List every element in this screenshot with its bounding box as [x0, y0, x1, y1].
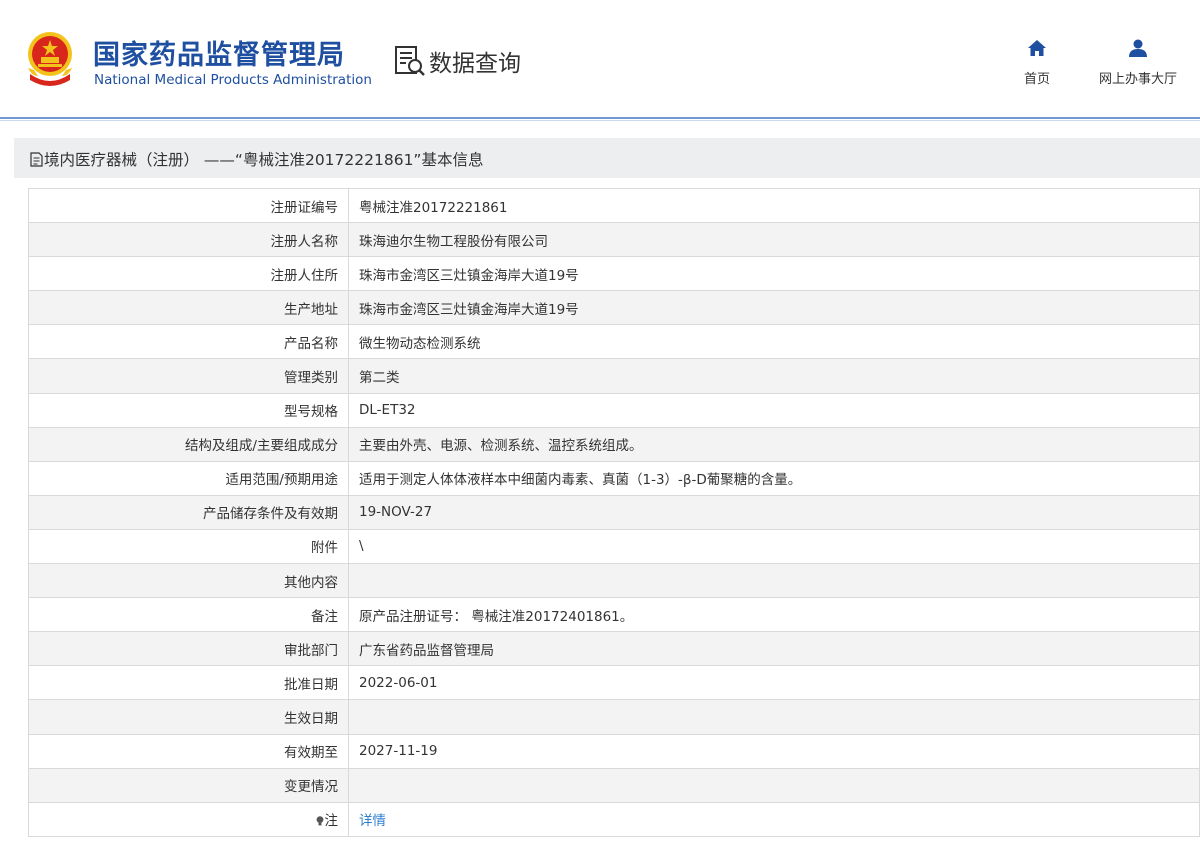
table-row: 有效期至 2027-11-19 — [28, 733, 1200, 769]
nav-home[interactable]: 首页 — [1014, 38, 1060, 87]
table-row: 注册证编号 粤械注准20172221861 — [28, 187, 1200, 224]
field-value — [348, 699, 1200, 735]
field-value-note: 详情 — [348, 801, 1200, 837]
table-row: 生效日期 — [28, 699, 1200, 735]
home-icon — [1028, 40, 1046, 56]
document-icon — [30, 151, 43, 167]
field-label: 备注 — [28, 597, 349, 633]
field-label: 有效期至 — [28, 733, 349, 769]
note-label: 注 — [324, 813, 339, 830]
field-label: 生效日期 — [28, 699, 349, 735]
field-value: 广东省药品监督管理局 — [348, 631, 1200, 667]
field-value — [348, 767, 1200, 803]
field-value: 微生物动态检测系统 — [348, 324, 1200, 360]
data-query-title: 数据查询 — [393, 44, 521, 78]
lightbulb-icon — [316, 816, 323, 826]
table-row: 管理类别 第二类 — [28, 358, 1200, 394]
panel-header: 境内医疗器械（注册） ——“粤械注准20172221861”基本信息 — [14, 138, 1200, 178]
table-row: 生产地址 珠海市金湾区三灶镇金海岸大道19号 — [28, 290, 1200, 326]
field-value: 2027-11-19 — [348, 733, 1200, 769]
info-panel: 境内医疗器械（注册） ——“粤械注准20172221861”基本信息 注册证编号… — [14, 138, 1200, 847]
field-value: DL-ET32 — [348, 392, 1200, 428]
field-label: 附件 — [28, 528, 349, 565]
table-row: 附件 \ — [28, 528, 1200, 565]
field-value: 主要由外壳、电源、检测系统、温控系统组成。 — [348, 426, 1200, 462]
table-row: 注册人名称 珠海迪尔生物工程股份有限公司 — [28, 222, 1200, 258]
table-row: 结构及组成/主要组成成分 主要由外壳、电源、检测系统、温控系统组成。 — [28, 426, 1200, 462]
field-label: 注册证编号 — [28, 187, 349, 224]
field-label: 变更情况 — [28, 767, 349, 803]
table-row: 批准日期 2022-06-01 — [28, 665, 1200, 701]
field-value: 适用于测定人体体液样本中细菌内毒素、真菌（1-3）-β-D葡聚糖的含量。 — [348, 460, 1200, 496]
field-label: 管理类别 — [28, 358, 349, 394]
table-row: 注册人住所 珠海市金湾区三灶镇金海岸大道19号 — [28, 256, 1200, 292]
table-row: 备注 原产品注册证号： 粤械注准20172401861。 — [28, 597, 1200, 633]
header-divider — [0, 117, 1200, 119]
data-query-label: 数据查询 — [429, 51, 521, 77]
field-value: 粤械注准20172221861 — [348, 187, 1200, 224]
field-label: 结构及组成/主要组成成分 — [28, 426, 349, 462]
field-label: 审批部门 — [28, 631, 349, 667]
table-row: 产品名称 微生物动态检测系统 — [28, 324, 1200, 360]
table-row: 型号规格 DL-ET32 — [28, 392, 1200, 428]
field-label: 其他内容 — [28, 563, 349, 599]
field-value: 2022-06-01 — [348, 665, 1200, 701]
header-divider-light — [0, 120, 1200, 121]
field-label: 产品名称 — [28, 324, 349, 360]
field-label: 生产地址 — [28, 290, 349, 326]
field-value: 珠海迪尔生物工程股份有限公司 — [348, 222, 1200, 258]
field-value: 珠海市金湾区三灶镇金海岸大道19号 — [348, 256, 1200, 292]
field-value: 原产品注册证号： 粤械注准20172401861。 — [348, 597, 1200, 633]
table-row: 其他内容 — [28, 563, 1200, 599]
panel-title-text: 境内医疗器械（注册） ——“粤械注准20172221861”基本信息 — [44, 151, 484, 169]
panel-body: 注册证编号 粤械注准20172221861 注册人名称 珠海迪尔生物工程股份有限公司… — [14, 178, 1200, 847]
table-row: 注 详情 — [28, 801, 1200, 837]
org-name-en: National Medical Products Administration — [94, 72, 372, 88]
nav-home-label: 首页 — [1023, 72, 1050, 87]
national-emblem-icon — [28, 32, 72, 86]
field-value — [348, 563, 1200, 599]
field-label: 产品储存条件及有效期 — [28, 494, 349, 530]
table-row: 审批部门 广东省药品监督管理局 — [28, 631, 1200, 667]
field-value: 19-NOV-27 — [348, 494, 1200, 530]
field-label: 型号规格 — [28, 392, 349, 428]
org-name-cn: 国家药品监督管理局 — [93, 40, 345, 71]
nav-online-hall[interactable]: 网上办事大厅 — [1090, 38, 1186, 87]
field-label: 注册人住所 — [28, 256, 349, 292]
field-label: 适用范围/预期用途 — [28, 460, 349, 496]
info-table: 注册证编号 粤械注准20172221861 注册人名称 珠海迪尔生物工程股份有限公司… — [28, 187, 1200, 837]
site-header: 国家药品监督管理局 National Medical Products Admi… — [0, 0, 1200, 118]
data-query-icon — [395, 46, 425, 76]
field-label: 注册人名称 — [28, 222, 349, 258]
field-value: 珠海市金湾区三灶镇金海岸大道19号 — [348, 290, 1200, 326]
field-label: 批准日期 — [28, 665, 349, 701]
field-value: \ — [348, 528, 1200, 565]
field-label-note: 注 — [28, 801, 349, 837]
field-value: 第二类 — [348, 358, 1200, 394]
table-row: 产品储存条件及有效期 19-NOV-27 — [28, 494, 1200, 530]
details-link[interactable]: 详情 — [359, 813, 386, 829]
panel-title: 境内医疗器械（注册） ——“粤械注准20172221861”基本信息 — [30, 148, 483, 170]
user-icon — [1129, 39, 1147, 57]
nav-online-hall-label: 网上办事大厅 — [1098, 72, 1177, 87]
table-row: 变更情况 — [28, 767, 1200, 803]
table-row: 适用范围/预期用途 适用于测定人体体液样本中细菌内毒素、真菌（1-3）-β-D葡聚… — [28, 460, 1200, 496]
